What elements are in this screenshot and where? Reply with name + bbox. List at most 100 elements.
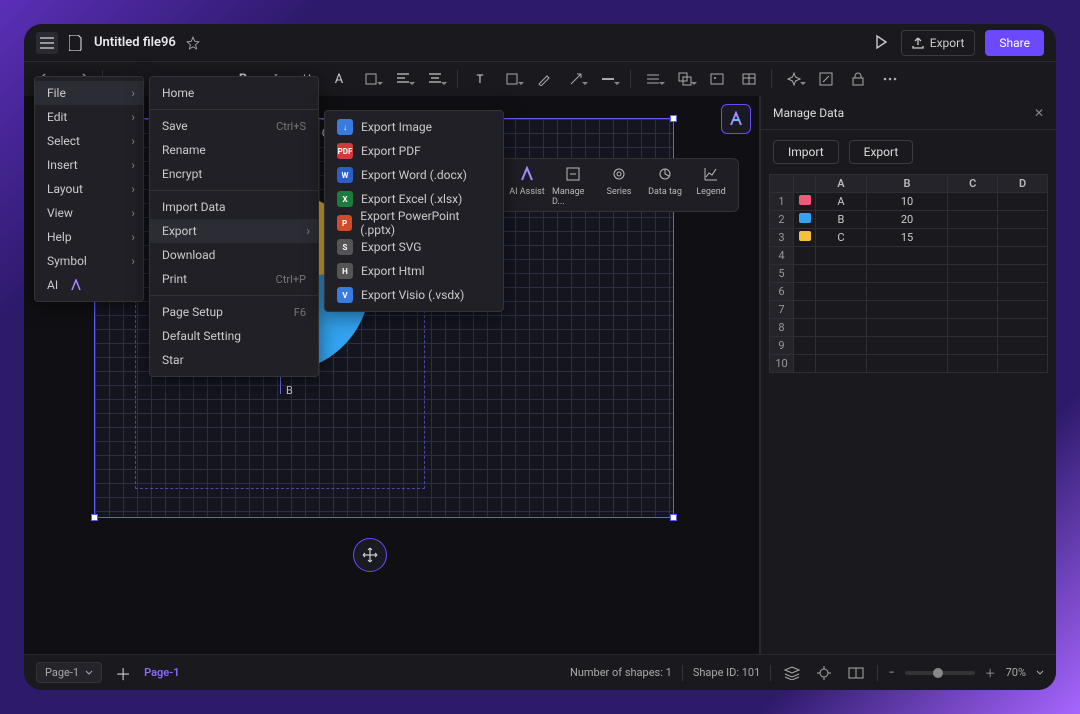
chart-tool-series[interactable]: Series <box>598 163 640 207</box>
menu-item-home[interactable]: Home <box>150 81 318 105</box>
focus-icon[interactable] <box>813 662 835 684</box>
menu-item-insert[interactable]: Insert <box>35 153 143 177</box>
export-data-button[interactable]: Export <box>849 140 914 164</box>
data-label: B <box>286 384 293 397</box>
chart-tool-manage-d-[interactable]: Manage D... <box>552 163 594 207</box>
lock-icon[interactable] <box>844 66 872 92</box>
image-icon[interactable] <box>703 66 731 92</box>
table-row[interactable]: 8 <box>770 319 1048 337</box>
menu-item-export[interactable]: Export <box>150 219 318 243</box>
brush-icon[interactable] <box>530 66 558 92</box>
zoom-in-icon[interactable]: ＋ <box>985 665 996 681</box>
table-icon[interactable] <box>735 66 763 92</box>
menu-item-export-excel-xlsx-[interactable]: XExport Excel (.xlsx) <box>325 187 503 211</box>
menu-item-file[interactable]: File <box>35 81 143 105</box>
highlight-icon[interactable] <box>357 66 385 92</box>
document-title[interactable]: Untitled file96 <box>94 35 176 50</box>
main-menu-button[interactable] <box>36 32 58 54</box>
text-tool-icon[interactable]: T <box>466 66 494 92</box>
line-style-icon[interactable] <box>594 66 622 92</box>
arrange-icon[interactable] <box>639 66 667 92</box>
main-menu[interactable]: FileEditSelectInsertLayoutViewHelpSymbol… <box>34 76 144 302</box>
chart-tool-ai-assist[interactable]: AI Assist <box>506 163 548 207</box>
status-bar: Page-1 ＋ Page-1 Number of shapes: 1 Shap… <box>24 654 1056 690</box>
title-bar: Untitled file96 Export Share <box>24 24 1056 62</box>
add-page-button[interactable]: ＋ <box>112 662 134 684</box>
menu-item-rename[interactable]: Rename <box>150 138 318 162</box>
menu-item-export-image[interactable]: ↓Export Image <box>325 115 503 139</box>
menu-item-star[interactable]: Star <box>150 348 318 372</box>
menu-item-export-powerpoint-pptx-[interactable]: PExport PowerPoint (.pptx) <box>325 211 503 235</box>
close-icon[interactable]: ✕ <box>1034 106 1044 120</box>
table-row[interactable]: 1A10 <box>770 193 1048 211</box>
menu-item-save[interactable]: SaveCtrl+S <box>150 114 318 138</box>
data-table[interactable]: ABCD1A102B203C1545678910 <box>761 174 1056 373</box>
chart-context-toolbar: AI AssistManage D...SeriesData tagLegend <box>499 158 739 212</box>
zoom-level: 70% <box>1006 666 1026 679</box>
file-submenu[interactable]: Home SaveCtrl+SRenameEncrypt Import DataEx… <box>149 76 319 377</box>
valign-icon[interactable] <box>421 66 449 92</box>
ai-assistant-badge[interactable] <box>721 104 751 134</box>
menu-item-print[interactable]: PrintCtrl+P <box>150 267 318 291</box>
pages-icon[interactable] <box>845 662 867 684</box>
active-page-tab[interactable]: Page-1 <box>144 666 179 679</box>
menu-item-import-data[interactable]: Import Data <box>150 195 318 219</box>
menu-item-export-visio-vsdx-[interactable]: VExport Visio (.vsdx) <box>325 283 503 307</box>
export-submenu[interactable]: ↓Export ImagePDFExport PDFWExport Word (… <box>324 110 504 312</box>
zoom-slider[interactable] <box>905 671 975 675</box>
move-handle-icon[interactable] <box>353 538 387 572</box>
table-row[interactable]: 4 <box>770 247 1048 265</box>
align-icon[interactable] <box>389 66 417 92</box>
table-row[interactable]: 5 <box>770 265 1048 283</box>
play-icon[interactable] <box>873 34 891 52</box>
menu-item-encrypt[interactable]: Encrypt <box>150 162 318 186</box>
menu-item-page-setup[interactable]: Page SetupF6 <box>150 300 318 324</box>
menu-item-ai[interactable]: AI <box>35 273 143 297</box>
table-row[interactable]: 9 <box>770 337 1048 355</box>
menu-item-view[interactable]: View <box>35 201 143 225</box>
table-row[interactable]: 7 <box>770 301 1048 319</box>
shape-tool-icon[interactable] <box>498 66 526 92</box>
layers-icon[interactable] <box>671 66 699 92</box>
table-row[interactable]: 2B20 <box>770 211 1048 229</box>
resize-handle[interactable] <box>670 514 677 521</box>
layers-panel-icon[interactable] <box>781 662 803 684</box>
menu-item-export-pdf[interactable]: PDFExport PDF <box>325 139 503 163</box>
table-row[interactable]: 10 <box>770 355 1048 373</box>
menu-item-export-word-docx-[interactable]: WExport Word (.docx) <box>325 163 503 187</box>
share-button[interactable]: Share <box>985 30 1044 56</box>
font-color-icon[interactable]: A <box>325 66 353 92</box>
resize-handle[interactable] <box>670 115 677 122</box>
panel-title: Manage Data <box>773 106 844 120</box>
app-window: Untitled file96 Export Share B I U A T <box>24 24 1056 690</box>
menu-item-layout[interactable]: Layout <box>35 177 143 201</box>
menu-item-select[interactable]: Select <box>35 129 143 153</box>
menu-item-symbol[interactable]: Symbol <box>35 249 143 273</box>
shape-count: Number of shapes: 1 <box>570 666 672 679</box>
export-label: Export <box>930 36 965 50</box>
zoom-out-icon[interactable]: − <box>888 666 894 679</box>
manage-data-panel: Manage Data ✕ Import Export ABCD1A102B20… <box>760 96 1056 654</box>
export-button[interactable]: Export <box>901 30 976 56</box>
menu-item-export-svg[interactable]: SExport SVG <box>325 235 503 259</box>
menu-item-edit[interactable]: Edit <box>35 105 143 129</box>
resize-handle[interactable] <box>91 514 98 521</box>
menu-item-export-html[interactable]: HExport Html <box>325 259 503 283</box>
menu-item-default-setting[interactable]: Default Setting <box>150 324 318 348</box>
import-data-button[interactable]: Import <box>773 140 839 164</box>
more-icon[interactable] <box>876 66 904 92</box>
menu-item-help[interactable]: Help <box>35 225 143 249</box>
star-icon[interactable] <box>186 36 200 50</box>
edit-icon[interactable] <box>812 66 840 92</box>
table-row[interactable]: 3C15 <box>770 229 1048 247</box>
shape-id: Shape ID: 101 <box>693 666 760 679</box>
ai-sparkle-icon[interactable] <box>780 66 808 92</box>
chart-tool-legend[interactable]: Legend <box>690 163 732 207</box>
menu-item-download[interactable]: Download <box>150 243 318 267</box>
page-selector[interactable]: Page-1 <box>36 662 102 683</box>
chart-tool-data-tag[interactable]: Data tag <box>644 163 686 207</box>
document-icon <box>68 35 84 51</box>
table-row[interactable]: 6 <box>770 283 1048 301</box>
chevron-down-icon[interactable] <box>1036 670 1044 676</box>
connector-icon[interactable] <box>562 66 590 92</box>
